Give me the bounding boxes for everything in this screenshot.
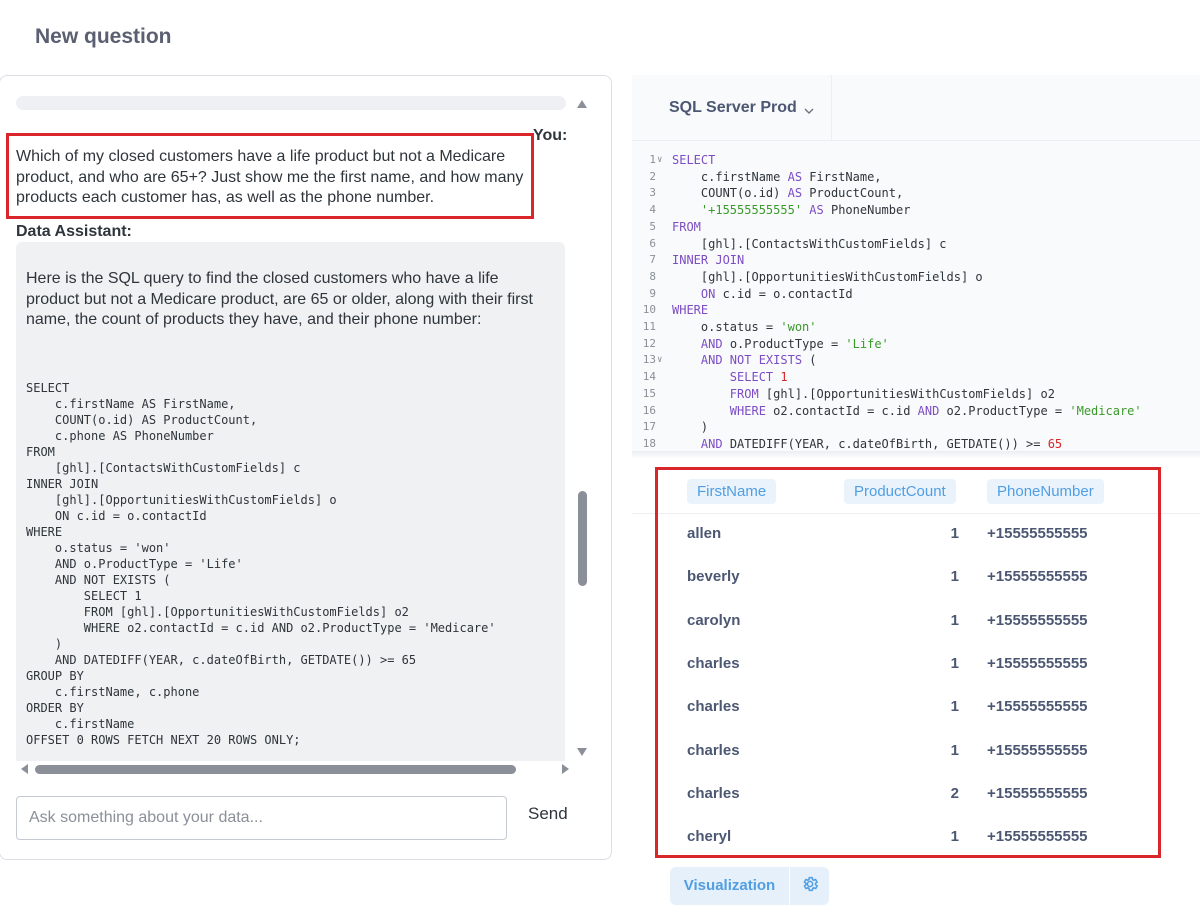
highlight-box (6, 133, 534, 219)
scroll-left-arrow-icon[interactable] (21, 764, 28, 774)
fold-chevron-icon[interactable]: ∨ (657, 152, 662, 169)
line-number: 14 (642, 370, 656, 384)
ask-input[interactable] (16, 796, 507, 840)
assistant-message: Here is the SQL query to find the closed… (16, 242, 565, 761)
line-number: 2 (649, 169, 656, 183)
assistant-label: Data Assistant: (16, 223, 132, 240)
code-text: c.firstName AS FirstName, (672, 169, 882, 184)
scroll-right-arrow-icon[interactable] (562, 764, 569, 774)
horizontal-scrollbar-thumb[interactable] (35, 765, 516, 774)
send-button[interactable]: Send (528, 804, 568, 824)
assistant-sql-code: SELECT c.firstName AS FirstName, COUNT(o… (26, 381, 496, 747)
code-text: o.status = 'won' (672, 320, 817, 334)
line-number: 15 (642, 386, 656, 400)
code-text: [ghl].[OpportunitiesWithCustomFields] o (672, 269, 983, 284)
database-selector[interactable]: SQL Server Prod (669, 99, 797, 117)
code-text: SELECT (672, 153, 716, 167)
sql-editor[interactable]: 1 ∨ SELECT 2 c.firstName AS FirstName, 3 COU… (632, 141, 1200, 451)
scroll-down-arrow-icon[interactable] (577, 748, 587, 756)
code-text: [ghl].[ContactsWithCustomFields] c (672, 236, 947, 251)
gear-icon (801, 875, 819, 898)
line-number: 12 (642, 336, 656, 350)
line-number: 9 (649, 286, 656, 300)
line-number: 17 (642, 420, 656, 434)
line-number: 5 (649, 219, 656, 233)
code-text: AND NOT EXISTS ( (700, 353, 817, 368)
line-number: 4 (649, 203, 656, 217)
scroll-up-arrow-icon[interactable] (577, 100, 587, 108)
assistant-text: Here is the SQL query to find the closed… (26, 270, 533, 328)
code-text: ON c.id = o.contactId (700, 286, 853, 301)
editor-divider (632, 451, 1200, 459)
chat-history[interactable]: You: Which of my closed customers have a… (0, 76, 596, 761)
code-text: AND DATEDIFF(YEAR, c.dateOfBirth, GETDAT… (700, 436, 1063, 451)
line-number: 11 (642, 320, 656, 333)
code-text: '+15555555555' AS PhoneNumber (700, 203, 911, 218)
code-text: COUNT(o.id) AS ProductCount, (672, 186, 904, 201)
code-text: FROM [ghl].[OpportunitiesWithCustomField… (729, 386, 1055, 401)
line-number: 13 (642, 353, 656, 367)
line-number: 3 (649, 186, 656, 200)
line-number: 7 (649, 253, 656, 267)
code-text: WHERE (672, 303, 709, 318)
line-number: 1 (649, 153, 656, 166)
settings-button[interactable] (790, 867, 829, 905)
divider (831, 75, 832, 141)
line-number: 16 (642, 403, 656, 417)
database-header: SQL Server Prod (632, 75, 1200, 141)
line-number: 18 (642, 436, 656, 450)
visualization-button[interactable]: Visualization (670, 867, 789, 905)
line-number: 10 (642, 303, 656, 317)
line-number: 8 (649, 269, 656, 283)
code-text: FROM (672, 219, 701, 234)
chevron-down-icon[interactable] (804, 104, 814, 118)
user-label: You: (533, 127, 568, 144)
vertical-scrollbar-thumb[interactable] (578, 491, 587, 586)
fold-chevron-icon[interactable]: ∨ (657, 352, 662, 369)
code-text: SELECT 1 (729, 370, 788, 385)
code-text: ) (672, 420, 709, 435)
code-text: WHERE o2.contactId = c.id AND o2.Product… (729, 403, 1142, 418)
line-number: 6 (649, 236, 656, 250)
chat-panel: You: Which of my closed customers have a… (0, 75, 612, 860)
highlight-box (655, 467, 1161, 858)
page-title: New question (35, 25, 172, 48)
code-text: AND o.ProductType = 'Life' (700, 336, 889, 351)
previous-message-placeholder (16, 96, 566, 110)
code-text: INNER JOIN (672, 253, 745, 268)
